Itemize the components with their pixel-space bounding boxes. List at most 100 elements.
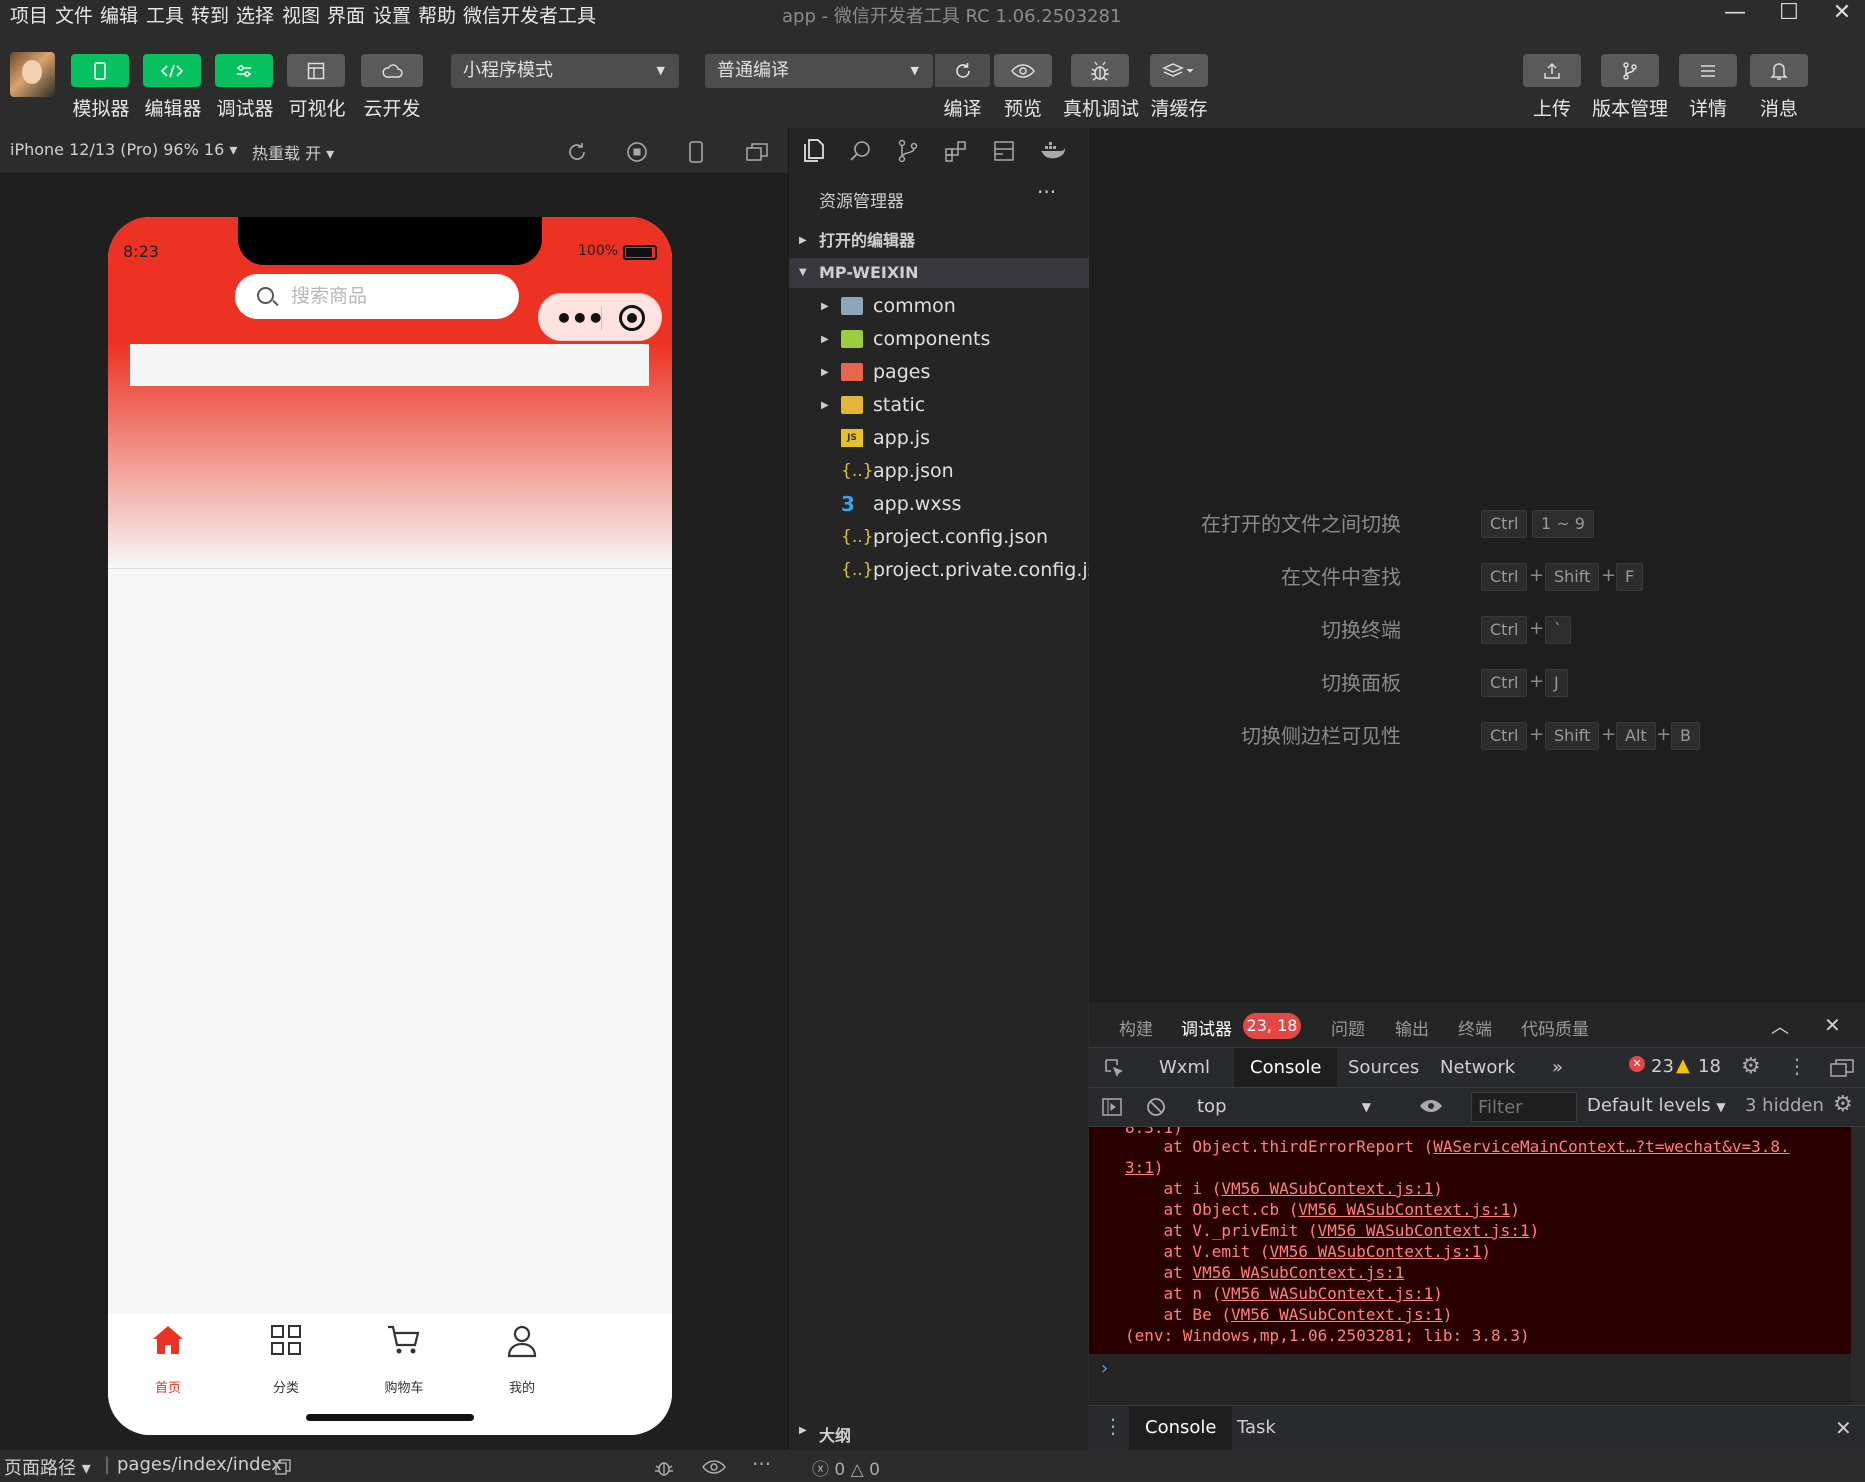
popout-icon[interactable] bbox=[745, 141, 769, 163]
console-link[interactable]: VM56 WASubContext.js:1 bbox=[1298, 1200, 1510, 1219]
menu-select[interactable]: 选择 bbox=[236, 1, 274, 28]
maximize-icon[interactable]: ☐ bbox=[1769, 0, 1809, 28]
more-tabs-icon[interactable]: » bbox=[1536, 1048, 1579, 1087]
devtab-network[interactable]: Network bbox=[1424, 1048, 1531, 1087]
close-icon[interactable]: ✕ bbox=[1822, 0, 1862, 28]
console-link[interactable]: VM56 WASubContext.js:1 bbox=[1192, 1263, 1404, 1282]
menu-edit[interactable]: 编辑 bbox=[100, 1, 138, 28]
stop-icon[interactable] bbox=[626, 141, 648, 163]
menu-wechat-devtools[interactable]: 微信开发者工具 bbox=[463, 1, 596, 28]
tree-item-common[interactable]: ▶ common bbox=[789, 290, 1089, 323]
tree-item-project-private-config[interactable]: {..} project.private.config.js... bbox=[789, 554, 1116, 587]
menu-file[interactable]: 文件 bbox=[55, 1, 93, 28]
console-link[interactable]: VM56 WASubContext.js:1 bbox=[1231, 1305, 1443, 1324]
simulator-button[interactable] bbox=[71, 54, 129, 87]
bug-status-icon[interactable] bbox=[652, 1456, 676, 1478]
menu-view[interactable]: 视图 bbox=[282, 1, 320, 28]
details-button[interactable] bbox=[1679, 54, 1737, 87]
menu-tools[interactable]: 工具 bbox=[146, 1, 184, 28]
editor-button[interactable] bbox=[143, 54, 201, 87]
minimize-icon[interactable]: — bbox=[1715, 0, 1755, 28]
remote-debug-button[interactable] bbox=[1071, 54, 1129, 87]
clear-cache-button[interactable] bbox=[1150, 54, 1208, 87]
upload-button[interactable] bbox=[1523, 54, 1581, 87]
more-icon[interactable]: ··· bbox=[1037, 180, 1056, 204]
error-count[interactable]: 23 bbox=[1651, 1056, 1674, 1077]
outline-section[interactable]: ▶ 大纲 bbox=[789, 1422, 1089, 1446]
preview-button[interactable] bbox=[994, 54, 1052, 87]
console-scrollbar[interactable] bbox=[1851, 1127, 1865, 1405]
drawer-tab-console[interactable]: Console bbox=[1129, 1406, 1233, 1450]
tree-item-components[interactable]: ▶ components bbox=[789, 323, 1089, 356]
devtab-wxml[interactable]: Wxml bbox=[1143, 1048, 1226, 1087]
extensions-icon[interactable] bbox=[944, 139, 968, 163]
menu-help[interactable]: 帮助 bbox=[418, 1, 456, 28]
console-prompt-icon[interactable]: › bbox=[1101, 1358, 1108, 1379]
rotate-icon[interactable] bbox=[566, 141, 588, 163]
tree-item-app-wxss[interactable]: 3 app.wxss bbox=[789, 488, 1089, 521]
clear-console-icon[interactable] bbox=[1145, 1096, 1167, 1118]
menu-interface[interactable]: 界面 bbox=[327, 1, 365, 28]
console-link[interactable]: VM56 WASubContext.js:1 bbox=[1221, 1284, 1433, 1303]
eye-status-icon[interactable] bbox=[702, 1459, 726, 1475]
files-icon[interactable] bbox=[801, 138, 825, 164]
gear-icon[interactable]: ⚙ bbox=[1741, 1054, 1761, 1079]
problems-indicator[interactable]: ⓧ 0 △ 0 bbox=[812, 1455, 880, 1480]
warning-count[interactable]: 18 bbox=[1698, 1056, 1721, 1077]
compile-button[interactable] bbox=[935, 54, 990, 87]
version-button[interactable] bbox=[1601, 54, 1659, 87]
docker-icon[interactable] bbox=[1039, 140, 1067, 162]
cloud-dev-button[interactable] bbox=[361, 54, 423, 87]
menu-settings[interactable]: 设置 bbox=[373, 1, 411, 28]
tree-item-app-json[interactable]: {..} app.json bbox=[789, 455, 1089, 488]
console-settings-icon[interactable]: ⚙ bbox=[1833, 1092, 1853, 1117]
banner-swiper[interactable] bbox=[130, 344, 649, 386]
console-link[interactable]: 3:1 bbox=[1125, 1158, 1154, 1177]
visual-button[interactable] bbox=[287, 54, 345, 87]
git-icon[interactable] bbox=[897, 139, 919, 163]
device-phone-icon[interactable] bbox=[688, 140, 704, 164]
search-icon[interactable] bbox=[848, 139, 872, 163]
compile-select[interactable]: 普通编译 ▼ bbox=[705, 54, 933, 88]
drawer-menu-icon[interactable]: ⋮ bbox=[1103, 1414, 1123, 1438]
inspect-icon[interactable] bbox=[1103, 1057, 1125, 1079]
sidebar-toggle-icon[interactable] bbox=[1101, 1096, 1123, 1118]
console-filter-input[interactable] bbox=[1471, 1092, 1577, 1122]
chevron-up-icon[interactable]: ︿ bbox=[1771, 1013, 1789, 1039]
kebab-menu-icon[interactable]: ⋮ bbox=[1787, 1054, 1807, 1078]
messages-button[interactable] bbox=[1750, 54, 1808, 87]
search-input[interactable]: 搜索商品 bbox=[235, 274, 519, 319]
drawer-tab-task[interactable]: Task bbox=[1221, 1406, 1292, 1450]
avatar[interactable] bbox=[10, 52, 55, 97]
console-link[interactable]: VM56 WASubContext.js:1 bbox=[1270, 1242, 1482, 1261]
mode-select[interactable]: 小程序模式 ▼ bbox=[451, 54, 679, 88]
tab-problems[interactable]: 问题 bbox=[1331, 1015, 1365, 1040]
storage-icon[interactable] bbox=[992, 139, 1016, 163]
devtab-console[interactable]: Console bbox=[1234, 1048, 1338, 1087]
copy-icon[interactable] bbox=[274, 1458, 292, 1476]
tab-terminal[interactable]: 终端 bbox=[1458, 1015, 1492, 1040]
tab-output[interactable]: 输出 bbox=[1395, 1015, 1429, 1040]
debugger-button[interactable] bbox=[215, 54, 273, 87]
hot-reload-toggle[interactable]: 热重载 开 ▾ bbox=[252, 140, 334, 164]
menu-project[interactable]: 项目 bbox=[10, 1, 48, 28]
tab-code-quality[interactable]: 代码质量 bbox=[1521, 1015, 1589, 1040]
tree-item-app-js[interactable]: JS app.js bbox=[789, 422, 1089, 455]
tree-item-project-config[interactable]: {..} project.config.json bbox=[789, 521, 1089, 554]
context-select[interactable]: top ▼ bbox=[1189, 1092, 1379, 1122]
devtab-sources[interactable]: Sources bbox=[1332, 1048, 1435, 1087]
tab-debugger[interactable]: 调试器 bbox=[1181, 1015, 1232, 1040]
log-levels-select[interactable]: Default levels ▼ bbox=[1587, 1095, 1726, 1116]
console-link[interactable]: VM56 WASubContext.js:1 bbox=[1318, 1221, 1530, 1240]
device-select[interactable]: iPhone 12/13 (Pro) 96% 16 ▾ bbox=[10, 140, 237, 159]
tree-item-pages[interactable]: ▶ pages bbox=[789, 356, 1089, 389]
tab-build[interactable]: 构建 bbox=[1119, 1015, 1153, 1040]
menu-goto[interactable]: 转到 bbox=[191, 1, 229, 28]
undock-icon[interactable] bbox=[1829, 1057, 1855, 1079]
tree-item-static[interactable]: ▶ static bbox=[789, 389, 1089, 422]
project-section[interactable]: ▼ MP-WEIXIN bbox=[789, 258, 1089, 288]
more-dots-icon[interactable]: ••• bbox=[555, 302, 605, 335]
phone-screen[interactable]: 8:23 100% 搜索商品 ••• 首页 分类 购物车 我的 bbox=[108, 217, 672, 1435]
close-panel-icon[interactable]: ✕ bbox=[1824, 1013, 1841, 1037]
eye-icon[interactable] bbox=[1419, 1098, 1443, 1114]
